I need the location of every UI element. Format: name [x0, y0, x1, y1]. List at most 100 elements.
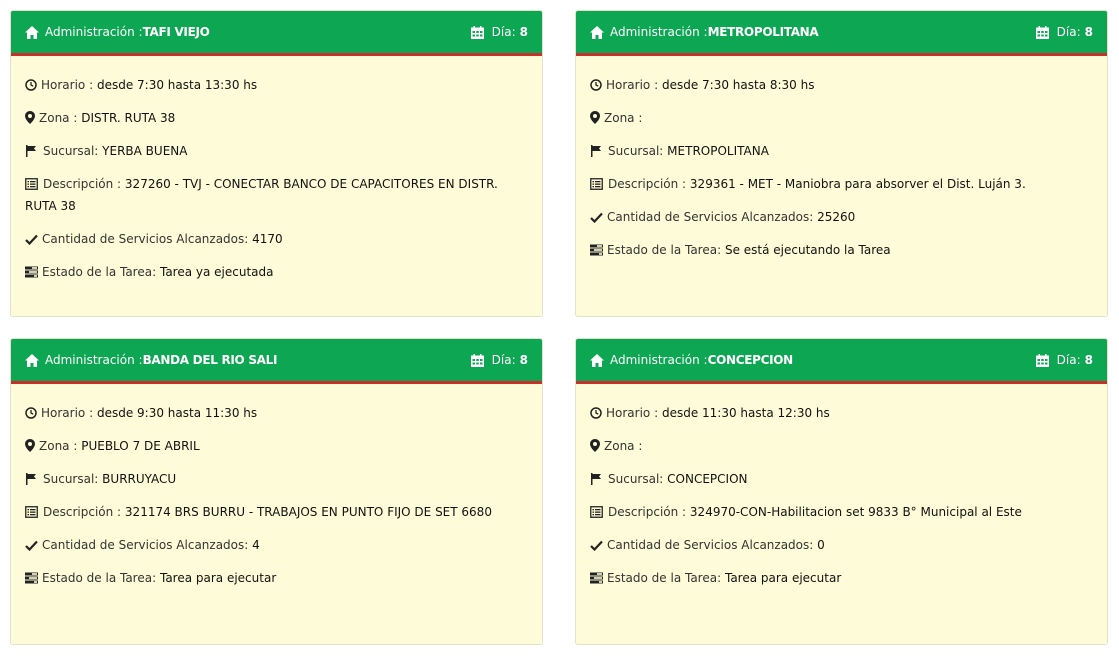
- list-alt-icon: [590, 178, 603, 190]
- descripcion-label: Descripción :: [608, 505, 687, 519]
- day-indicator: Día: 8: [470, 353, 528, 367]
- zona-label: Zona :: [604, 439, 643, 453]
- horario-label: Horario :: [606, 78, 659, 92]
- flag-icon: [26, 145, 36, 157]
- tasks-icon: [25, 572, 38, 584]
- horario-row: Horario : desde 11:30 hasta 12:30 hs: [590, 402, 1093, 424]
- sucursal-row: Sucursal: CONCEPCION: [590, 468, 1093, 490]
- sucursal-row: Sucursal: BURRUYACU: [25, 468, 528, 490]
- estado-label: Estado de la Tarea:: [42, 571, 157, 585]
- servicios-row: Cantidad de Servicios Alcanzados: 4: [25, 534, 528, 556]
- estado-row: Estado de la Tarea: Tarea para ejecutar: [25, 567, 528, 589]
- calendar-icon: [470, 25, 484, 39]
- card-body: Horario : desde 11:30 hasta 12:30 hs Zon…: [576, 384, 1107, 589]
- descripcion-row: Descripción : 324970-CON-Habilitacion se…: [590, 501, 1093, 523]
- day-label: Día:: [1056, 353, 1081, 367]
- admin-name: METROPOLITANA: [707, 25, 819, 39]
- clock-icon: [25, 79, 37, 91]
- task-card: Administración : TAFI VIEJO Día: 8 Horar…: [10, 10, 543, 317]
- day-value: 8: [519, 25, 528, 39]
- day-indicator: Día: 8: [1035, 353, 1093, 367]
- check-icon: [590, 540, 603, 552]
- clock-icon: [590, 407, 602, 419]
- sucursal-row: Sucursal: METROPOLITANA: [590, 140, 1093, 162]
- day-label: Día:: [491, 353, 516, 367]
- zona-row: Zona :: [590, 435, 1093, 457]
- map-marker-icon: [25, 439, 35, 452]
- estado-row: Estado de la Tarea: Tarea para ejecutar: [590, 567, 1093, 589]
- horario-value: desde 11:30 hasta 12:30 hs: [661, 406, 830, 420]
- servicios-value: 4170: [252, 232, 283, 246]
- zona-label: Zona :: [39, 439, 78, 453]
- sucursal-label: Sucursal:: [43, 472, 99, 486]
- horario-label: Horario :: [41, 78, 94, 92]
- horario-row: Horario : desde 7:30 hasta 8:30 hs: [590, 74, 1093, 96]
- estado-value: Tarea para ejecutar: [724, 571, 842, 585]
- day-value: 8: [519, 353, 528, 367]
- tasks-icon: [590, 244, 603, 256]
- estado-label: Estado de la Tarea:: [607, 243, 722, 257]
- descripcion-label: Descripción :: [43, 505, 122, 519]
- calendar-icon: [1035, 353, 1049, 367]
- clock-icon: [590, 79, 602, 91]
- descripcion-row: Descripción : 329361 - MET - Maniobra pa…: [590, 173, 1093, 195]
- servicios-row: Cantidad de Servicios Alcanzados: 4170: [25, 228, 528, 250]
- map-marker-icon: [25, 111, 35, 124]
- zona-label: Zona :: [39, 111, 78, 125]
- tasks-icon: [25, 266, 38, 278]
- descripcion-label: Descripción :: [43, 177, 122, 191]
- day-label: Día:: [1056, 25, 1081, 39]
- sucursal-label: Sucursal:: [608, 144, 664, 158]
- servicios-row: Cantidad de Servicios Alcanzados: 0: [590, 534, 1093, 556]
- home-icon: [590, 25, 604, 39]
- admin-title: Administración : BANDA DEL RIO SALI: [25, 353, 471, 367]
- calendar-icon: [1035, 25, 1049, 39]
- horario-row: Horario : desde 9:30 hasta 11:30 hs: [25, 402, 528, 424]
- estado-label: Estado de la Tarea:: [42, 265, 157, 279]
- admin-label: Administración :: [610, 353, 708, 367]
- descripcion-value: 329361 - MET - Maniobra para absorver el…: [689, 177, 1026, 191]
- horario-label: Horario :: [606, 406, 659, 420]
- servicios-label: Cantidad de Servicios Alcanzados:: [607, 210, 814, 224]
- servicios-value: 25260: [817, 210, 856, 224]
- day-indicator: Día: 8: [1035, 25, 1093, 39]
- zona-row: Zona : DISTR. RUTA 38: [25, 107, 528, 129]
- estado-row: Estado de la Tarea: Tarea ya ejecutada: [25, 261, 528, 283]
- horario-row: Horario : desde 7:30 hasta 13:30 hs: [25, 74, 528, 96]
- tasks-icon: [590, 572, 603, 584]
- map-marker-icon: [590, 439, 600, 452]
- horario-value: desde 9:30 hasta 11:30 hs: [96, 406, 258, 420]
- descripcion-label: Descripción :: [608, 177, 687, 191]
- servicios-label: Cantidad de Servicios Alcanzados:: [42, 538, 249, 552]
- list-alt-icon: [25, 506, 38, 518]
- check-icon: [25, 540, 38, 552]
- horario-value: desde 7:30 hasta 8:30 hs: [661, 78, 815, 92]
- sucursal-row: Sucursal: YERBA BUENA: [25, 140, 528, 162]
- admin-name: CONCEPCION: [707, 353, 794, 367]
- admin-title: Administración : CONCEPCION: [590, 353, 1036, 367]
- day-value: 8: [1084, 353, 1093, 367]
- map-marker-icon: [590, 111, 600, 124]
- list-alt-icon: [590, 506, 603, 518]
- card-header: Administración : CONCEPCION Día: 8: [576, 339, 1107, 384]
- flag-icon: [26, 473, 36, 485]
- card-header: Administración : BANDA DEL RIO SALI Día:…: [11, 339, 542, 384]
- flag-icon: [591, 473, 601, 485]
- sucursal-label: Sucursal:: [608, 472, 664, 486]
- check-icon: [590, 212, 603, 224]
- sucursal-value: BURRUYACU: [102, 472, 177, 486]
- admin-label: Administración :: [45, 353, 143, 367]
- card-header: Administración : METROPOLITANA Día: 8: [576, 11, 1107, 56]
- admin-label: Administración :: [45, 25, 143, 39]
- sucursal-label: Sucursal:: [43, 144, 99, 158]
- home-icon: [25, 25, 39, 39]
- admin-title: Administración : METROPOLITANA: [590, 25, 1036, 39]
- flag-icon: [591, 145, 601, 157]
- card-body: Horario : desde 9:30 hasta 11:30 hs Zona…: [11, 384, 542, 589]
- zona-row: Zona : PUEBLO 7 DE ABRIL: [25, 435, 528, 457]
- list-alt-icon: [25, 178, 38, 190]
- zona-value: PUEBLO 7 DE ABRIL: [81, 439, 200, 453]
- task-card: Administración : CONCEPCION Día: 8 Horar…: [575, 338, 1108, 645]
- servicios-value: 4: [252, 538, 260, 552]
- zona-label: Zona :: [604, 111, 643, 125]
